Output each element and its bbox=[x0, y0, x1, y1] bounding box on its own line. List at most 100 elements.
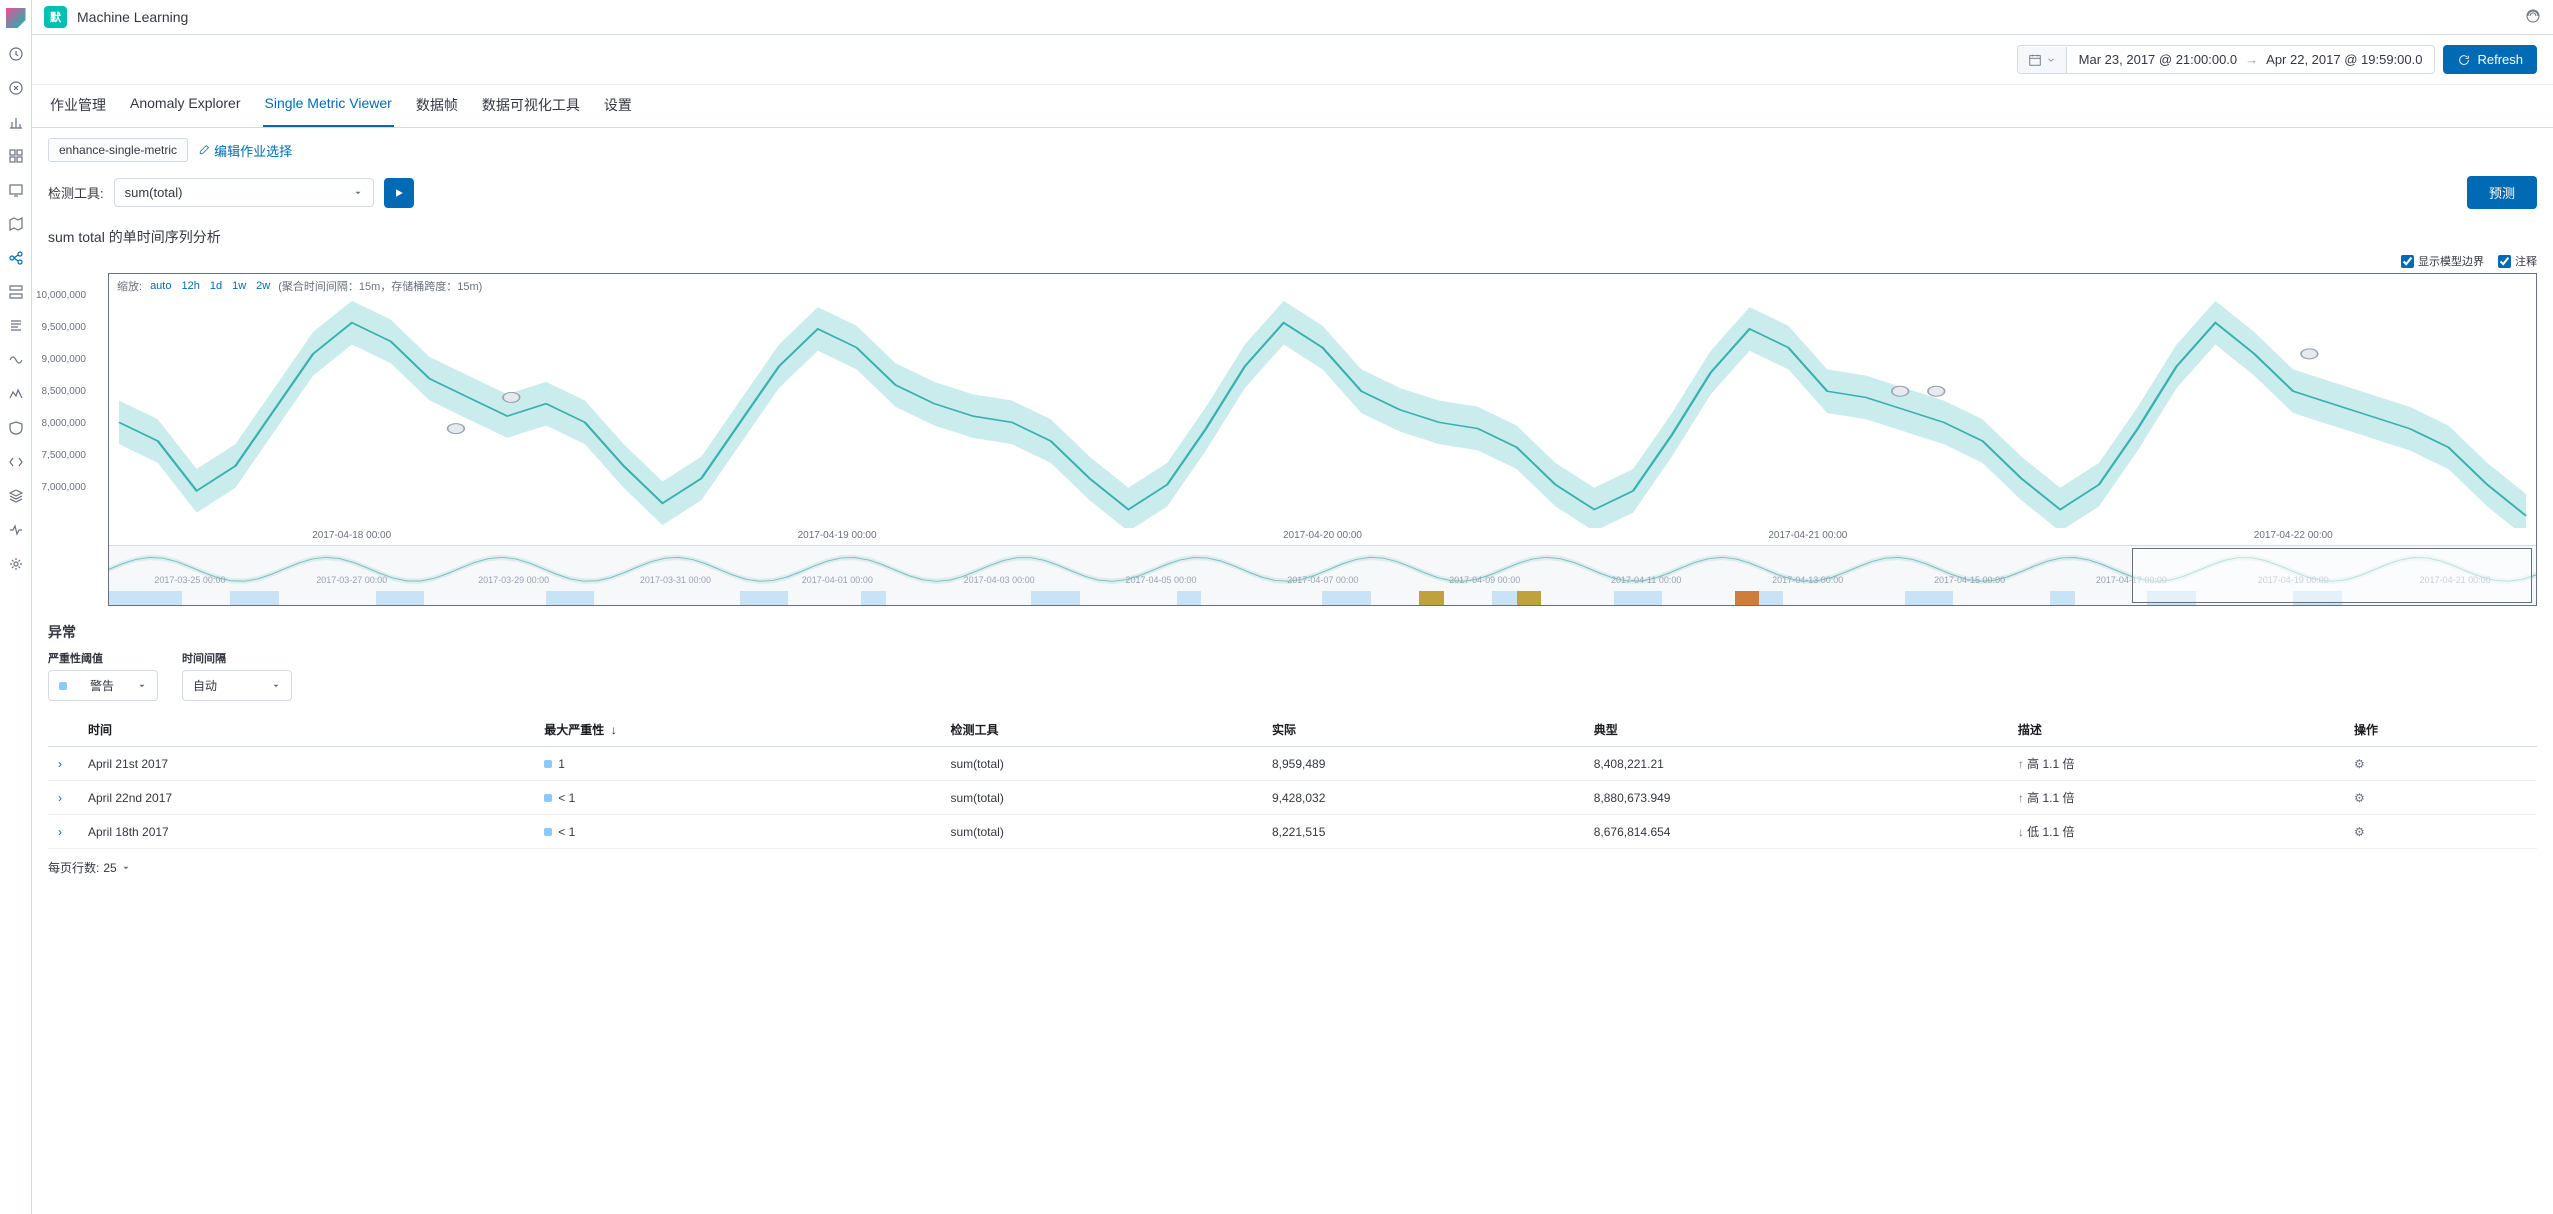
col-header[interactable]: 最大严重性 ↓ bbox=[534, 713, 940, 747]
infra-icon[interactable] bbox=[8, 284, 24, 300]
dev-icon[interactable] bbox=[8, 454, 24, 470]
gear-icon[interactable]: ⚙ bbox=[2354, 791, 2365, 805]
table-row: › April 21st 20171sum(total)8,959,4898,40… bbox=[48, 747, 2537, 781]
anomalies-heading: 异常 bbox=[48, 622, 2537, 642]
ml-tabs: 作业管理 Anomaly Explorer Single Metric View… bbox=[32, 85, 2553, 128]
date-picker[interactable]: Mar 23, 2017 @ 21:00:00.0 → Apr 22, 2017… bbox=[2017, 45, 2436, 74]
check-bounds[interactable]: 显示模型边界 bbox=[2401, 253, 2484, 269]
gear-icon[interactable]: ⚙ bbox=[2354, 757, 2365, 771]
cell-actual: 8,959,489 bbox=[1262, 747, 1584, 781]
chart-options: 显示模型边界 注释 bbox=[32, 253, 2553, 273]
expand-icon[interactable]: › bbox=[58, 825, 62, 839]
cell-detector: sum(total) bbox=[940, 781, 1262, 815]
interval-select[interactable]: 自动 bbox=[182, 670, 292, 701]
interval-label: 时间间隔 bbox=[182, 650, 292, 666]
management-icon[interactable] bbox=[8, 556, 24, 572]
zoom-2w[interactable]: 2w bbox=[256, 280, 270, 292]
cell-severity: 1 bbox=[534, 747, 940, 781]
cell-detector: sum(total) bbox=[940, 815, 1262, 849]
zoom-1d[interactable]: 1d bbox=[210, 280, 222, 292]
detector-select[interactable]: sum(total) bbox=[114, 178, 374, 207]
logs-icon[interactable] bbox=[8, 318, 24, 334]
breadcrumb: Machine Learning bbox=[77, 9, 188, 25]
col-header[interactable]: 检测工具 bbox=[940, 713, 1262, 747]
topbar: 默 Machine Learning bbox=[32, 0, 2553, 35]
cell-actual: 8,221,515 bbox=[1262, 815, 1584, 849]
cell-desc: ↑ 高 1.1 倍 bbox=[2008, 781, 2344, 815]
play-button[interactable] bbox=[384, 178, 414, 208]
calendar-icon[interactable] bbox=[2018, 47, 2067, 73]
ml-icon[interactable] bbox=[8, 250, 24, 266]
cell-time: April 18th 2017 bbox=[78, 815, 534, 849]
tab-data-visualizer[interactable]: 数据可视化工具 bbox=[480, 85, 582, 127]
monitor-icon[interactable] bbox=[8, 522, 24, 538]
table-row: › April 18th 2017< 1sum(total)8,221,5158,… bbox=[48, 815, 2537, 849]
cell-actions: ⚙ bbox=[2344, 781, 2537, 815]
expand-icon[interactable]: › bbox=[58, 757, 62, 771]
zoom-12h[interactable]: 12h bbox=[181, 280, 199, 292]
pager[interactable]: 每页行数: 25 bbox=[48, 849, 2537, 886]
visualize-icon[interactable] bbox=[8, 114, 24, 130]
siem-icon[interactable] bbox=[8, 420, 24, 436]
col-header[interactable]: 描述 bbox=[2008, 713, 2344, 747]
cell-time: April 21st 2017 bbox=[78, 747, 534, 781]
cell-actions: ⚙ bbox=[2344, 815, 2537, 849]
cell-severity: < 1 bbox=[534, 815, 940, 849]
anomalies-table: 时间最大严重性 ↓检测工具实际典型描述操作 › April 21st 20171s… bbox=[48, 713, 2537, 849]
cell-typical: 8,676,814.654 bbox=[1584, 815, 2008, 849]
table-row: ›April 22nd 2017< 1sum(total)9,428,0328,… bbox=[48, 781, 2537, 815]
zoom-auto[interactable]: auto bbox=[150, 280, 171, 292]
anomalies-section: 异常 严重性阈值 警告 时间间隔 自动 bbox=[32, 606, 2553, 902]
cell-typical: 8,408,221.21 bbox=[1584, 747, 2008, 781]
zoom-1w[interactable]: 1w bbox=[232, 280, 246, 292]
overview-brush[interactable] bbox=[2132, 548, 2532, 603]
recent-icon[interactable] bbox=[8, 46, 24, 62]
maps-icon[interactable] bbox=[8, 216, 24, 232]
kibana-logo[interactable] bbox=[6, 8, 26, 28]
detector-row: 检测工具: sum(total) 预测 bbox=[32, 172, 2553, 221]
analysis-title: sum total 的单时间序列分析 bbox=[32, 221, 2553, 253]
stack-icon[interactable] bbox=[8, 488, 24, 504]
discover-icon[interactable] bbox=[8, 80, 24, 96]
tab-settings[interactable]: 设置 bbox=[602, 85, 634, 127]
main-chart[interactable]: 2017-04-18 00:002017-04-19 00:002017-04-… bbox=[109, 298, 2536, 545]
severity-label: 严重性阈值 bbox=[48, 650, 158, 666]
apm-icon[interactable] bbox=[8, 352, 24, 368]
tab-jobs[interactable]: 作业管理 bbox=[48, 85, 108, 127]
expand-icon[interactable]: › bbox=[58, 791, 62, 805]
detector-label: 检测工具: bbox=[48, 183, 104, 202]
chart-frame: 缩放: auto 12h 1d 1w 2w (聚合时间间隔：15m，存储桶跨度：… bbox=[108, 273, 2537, 606]
cell-time: April 22nd 2017 bbox=[78, 781, 534, 815]
job-selection-row: enhance-single-metric 编辑作业选择 bbox=[32, 128, 2553, 172]
uptime-icon[interactable] bbox=[8, 386, 24, 402]
col-header[interactable]: 典型 bbox=[1584, 713, 2008, 747]
refresh-button[interactable]: Refresh bbox=[2443, 45, 2537, 74]
severity-select[interactable]: 警告 bbox=[48, 670, 158, 701]
edit-job-link[interactable]: 编辑作业选择 bbox=[198, 141, 292, 160]
y-axis: 10,000,0009,500,0009,000,0008,500,0008,0… bbox=[36, 291, 86, 515]
col-header[interactable]: 时间 bbox=[78, 713, 534, 747]
check-annotations[interactable]: 注释 bbox=[2498, 253, 2537, 269]
overview-chart[interactable]: 2017-03-25 00:002017-03-27 00:002017-03-… bbox=[109, 545, 2536, 605]
cell-typical: 8,880,673.949 bbox=[1584, 781, 2008, 815]
cell-actions: ⚙ bbox=[2344, 747, 2537, 781]
gear-icon[interactable]: ⚙ bbox=[2354, 825, 2365, 839]
job-chip[interactable]: enhance-single-metric bbox=[48, 138, 188, 162]
severity-dot-icon bbox=[59, 682, 67, 690]
tab-anomaly-explorer[interactable]: Anomaly Explorer bbox=[128, 85, 243, 127]
col-header[interactable]: 实际 bbox=[1262, 713, 1584, 747]
col-header[interactable]: 操作 bbox=[2344, 713, 2537, 747]
canvas-icon[interactable] bbox=[8, 182, 24, 198]
tab-single-metric-viewer[interactable]: Single Metric Viewer bbox=[263, 85, 394, 127]
news-icon[interactable] bbox=[2525, 8, 2541, 27]
dashboard-icon[interactable] bbox=[8, 148, 24, 164]
forecast-button[interactable]: 预测 bbox=[2467, 176, 2537, 209]
cell-actual: 9,428,032 bbox=[1262, 781, 1584, 815]
zoom-row: 缩放: auto 12h 1d 1w 2w (聚合时间间隔：15m，存储桶跨度：… bbox=[109, 274, 2536, 298]
space-badge[interactable]: 默 bbox=[44, 6, 67, 28]
tab-dataframe[interactable]: 数据帧 bbox=[414, 85, 460, 127]
arrow-right-icon: → bbox=[2245, 52, 2258, 67]
x-axis: 2017-04-18 00:002017-04-19 00:002017-04-… bbox=[109, 528, 2536, 545]
date-bar: Mar 23, 2017 @ 21:00:00.0 → Apr 22, 2017… bbox=[32, 35, 2553, 85]
cell-detector: sum(total) bbox=[940, 747, 1262, 781]
